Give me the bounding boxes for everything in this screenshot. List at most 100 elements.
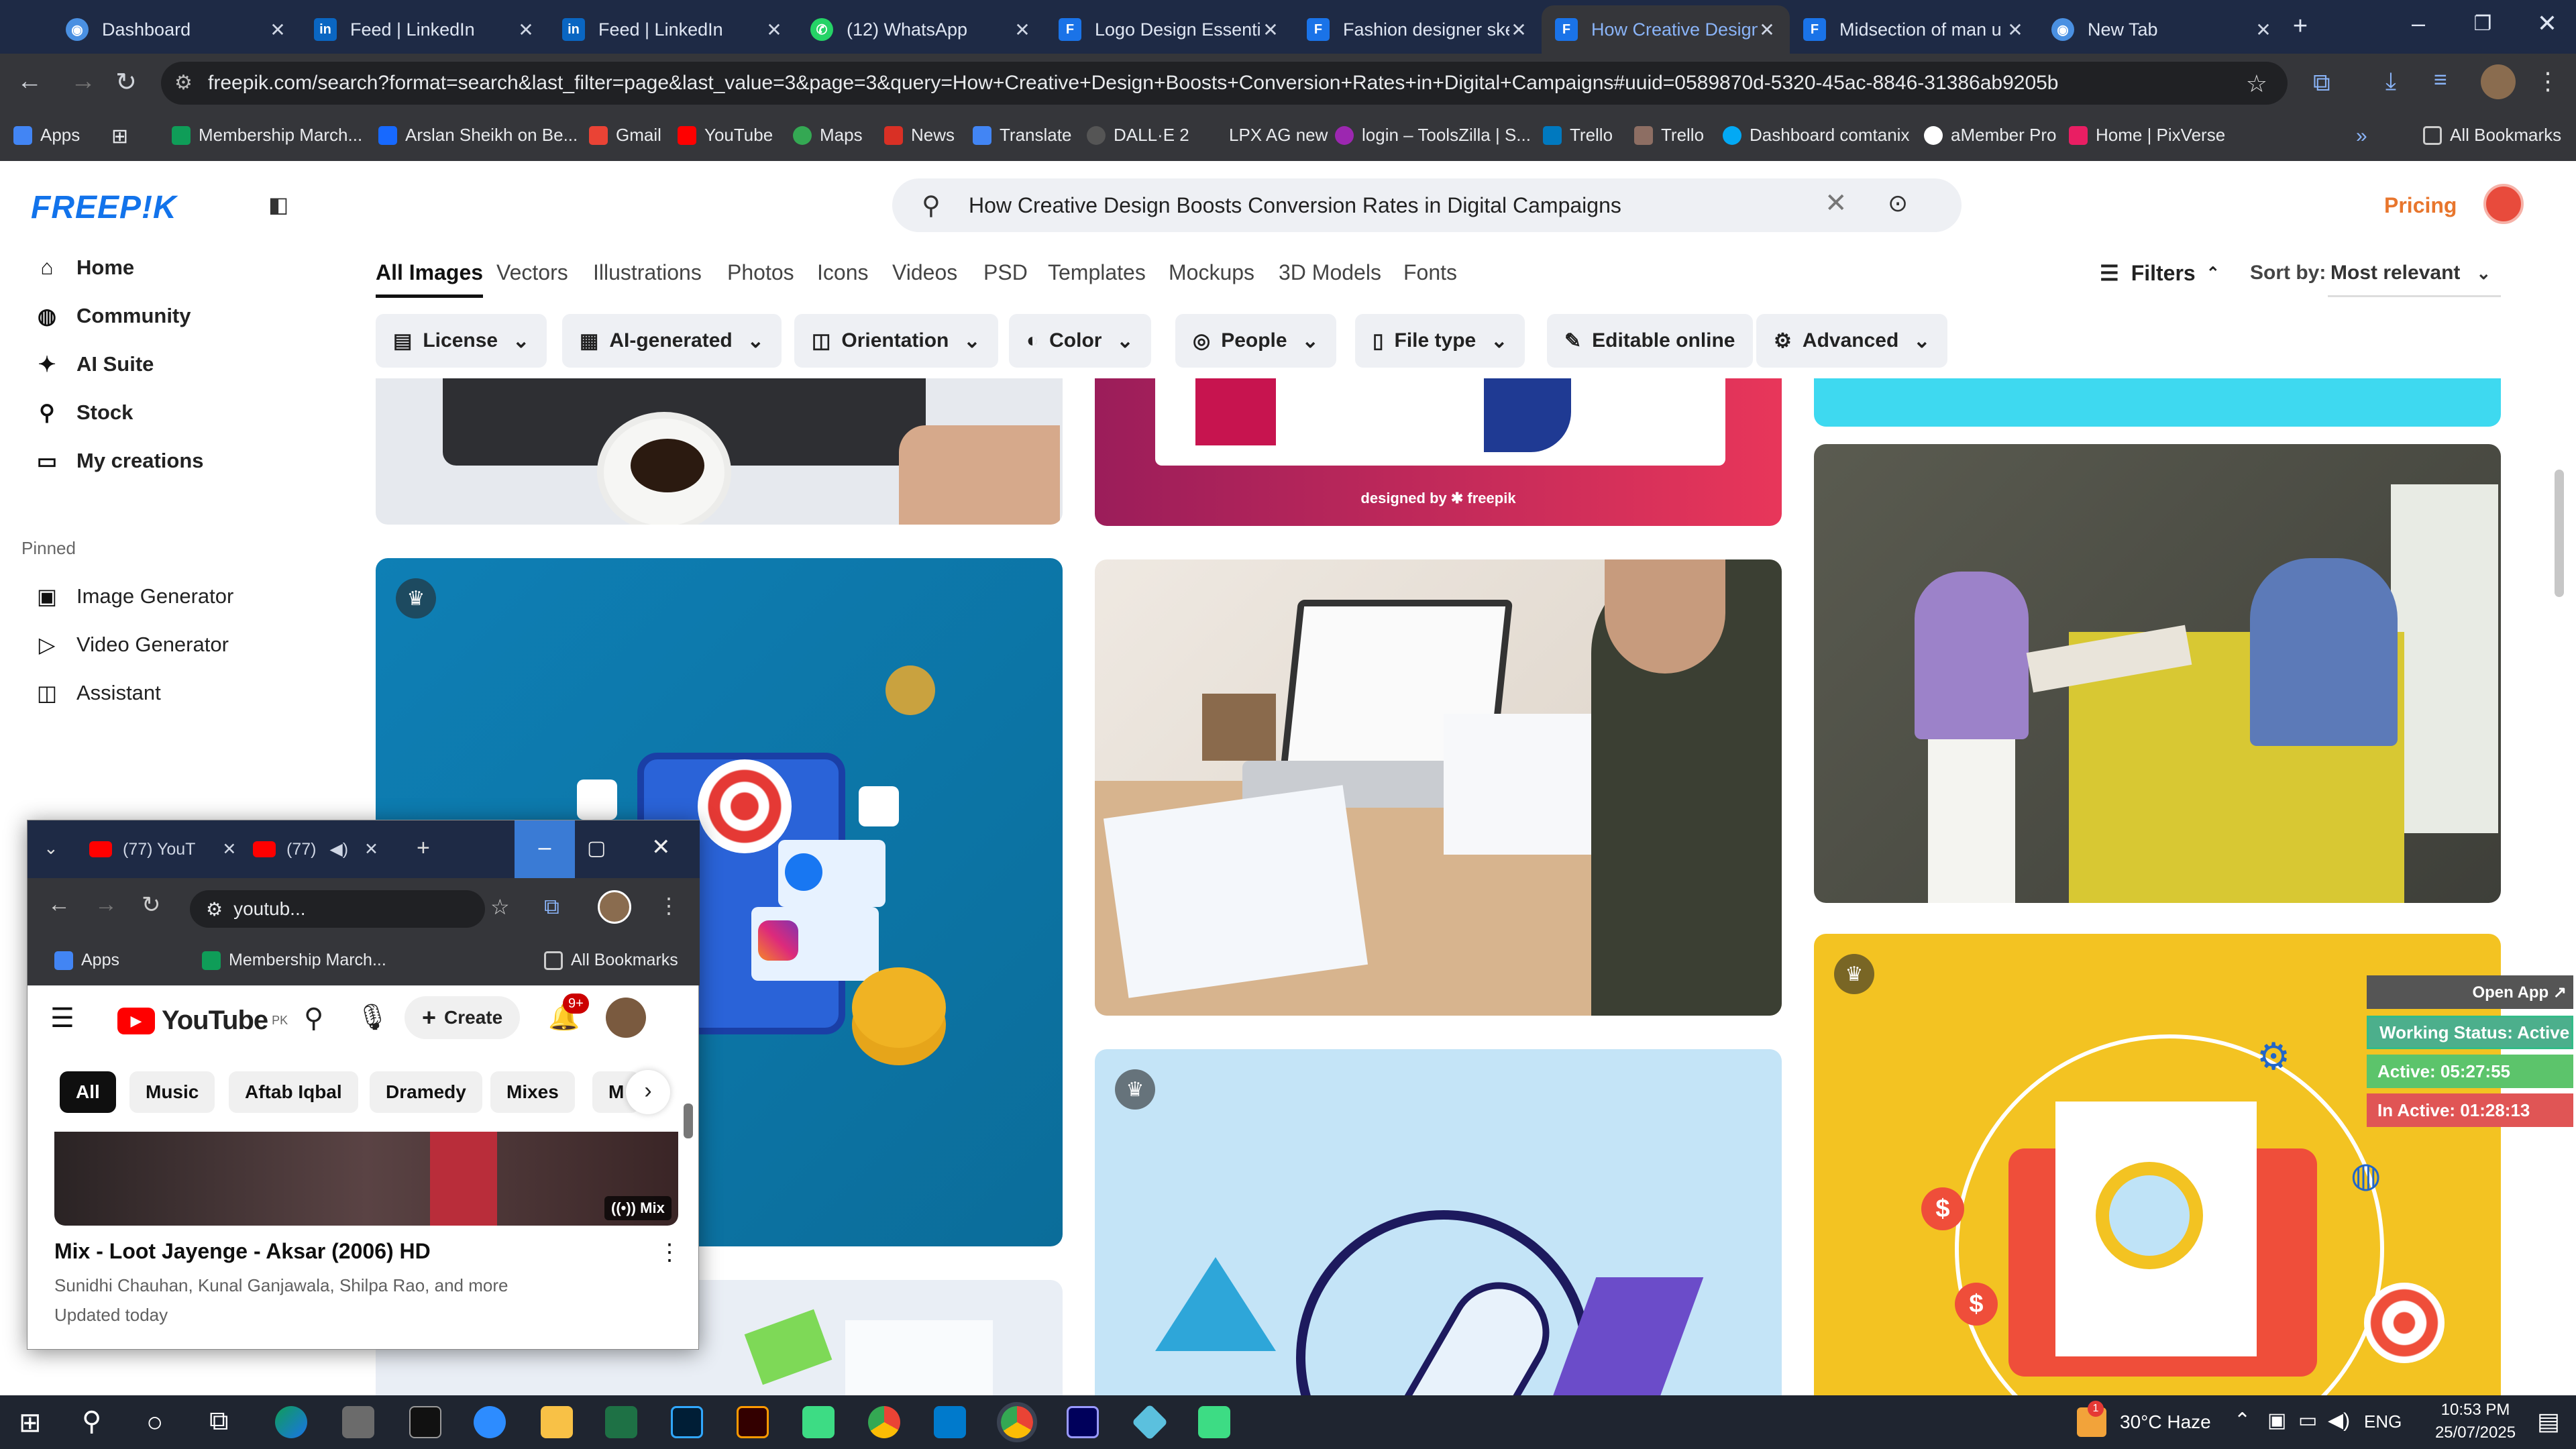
search-icon[interactable]: ⚲	[304, 1003, 323, 1034]
close-icon[interactable]: ✕	[517, 19, 535, 41]
bookmark-item[interactable]: News	[884, 125, 955, 146]
image-card-laptop-coffee[interactable]	[376, 378, 1063, 525]
bookmark-item[interactable]: Dashboard comtanix	[1723, 125, 1909, 146]
maximize-icon[interactable]: ▢	[587, 837, 606, 860]
close-icon[interactable]: ✕	[364, 839, 378, 859]
close-icon[interactable]: ✕	[1261, 19, 1280, 41]
close-icon[interactable]: ✕	[2254, 19, 2273, 41]
window-close-icon[interactable]: ✕	[2530, 9, 2564, 38]
close-icon[interactable]: ✕	[2006, 19, 2025, 41]
back-icon[interactable]: ←	[13, 67, 46, 96]
tab-photos[interactable]: Photos	[727, 260, 794, 285]
sidebar-item-community[interactable]: ◍ Community	[34, 303, 191, 329]
hamburger-menu-icon[interactable]: ☰	[50, 1003, 74, 1034]
browser-tab[interactable]: ◉ Dashboard ✕	[52, 5, 301, 54]
profile-avatar[interactable]	[598, 890, 631, 924]
sort-select[interactable]: Most relevant ⌄	[2330, 262, 2491, 284]
task-view-icon[interactable]: ⧉	[209, 1406, 229, 1436]
image-card-cyan[interactable]	[1814, 378, 2501, 427]
app-icon[interactable]	[1198, 1406, 1230, 1438]
weather-text[interactable]: 30°C Haze	[2120, 1411, 2211, 1433]
tab-videos[interactable]: Videos	[892, 260, 957, 285]
menu-dots-icon[interactable]: ⋮	[658, 893, 680, 918]
new-tab-plus-icon[interactable]: +	[417, 835, 430, 861]
edge-icon[interactable]	[275, 1406, 307, 1438]
back-icon[interactable]: ←	[48, 892, 70, 918]
bookmark-apps[interactable]: Apps	[54, 951, 119, 970]
bookmark-item[interactable]: LPX AG new	[1202, 125, 1328, 146]
site-info-icon[interactable]: ⚙	[174, 71, 193, 95]
yt-address-bar[interactable]: ⚙ youtub...	[190, 890, 485, 928]
close-icon[interactable]: ✕	[1509, 19, 1528, 41]
license-filter[interactable]: ▤ License ⌄	[376, 314, 547, 368]
tab-all-images[interactable]: All Images	[376, 260, 484, 298]
network-icon[interactable]: ▭	[2298, 1409, 2317, 1432]
image-card-rocket[interactable]: ♛	[1095, 1049, 1782, 1395]
menu-dots-icon[interactable]: ⋮	[2536, 67, 2560, 95]
collapse-sidebar-icon[interactable]: ◧	[268, 192, 288, 217]
tab-vectors[interactable]: Vectors	[496, 260, 568, 285]
new-tab-plus-icon[interactable]: +	[2284, 12, 2317, 43]
language-indicator[interactable]: ENG	[2364, 1411, 2402, 1432]
photoshop-icon[interactable]	[671, 1406, 703, 1438]
illustrator-icon[interactable]	[737, 1406, 769, 1438]
app-icon[interactable]	[802, 1406, 835, 1438]
page-scrollbar-thumb[interactable]	[2555, 470, 2564, 597]
reload-icon[interactable]: ↻	[110, 67, 142, 97]
excel-icon[interactable]	[605, 1406, 637, 1438]
cortana-icon[interactable]: ○	[146, 1406, 163, 1438]
camera-search-icon[interactable]: ⊙	[1888, 189, 1908, 217]
premiere-icon[interactable]	[1067, 1406, 1099, 1438]
pen-icon[interactable]	[342, 1406, 374, 1438]
tab-3d-models[interactable]: 3D Models	[1279, 260, 1381, 285]
chrome-icon[interactable]	[868, 1406, 900, 1438]
color-filter[interactable]: ◐ Color ⌄	[1009, 314, 1151, 368]
video-thumbnail[interactable]: ((•)) Mix	[54, 1132, 678, 1226]
microphone-icon[interactable]: 🎙	[356, 1003, 388, 1032]
minimize-icon[interactable]: –	[515, 820, 575, 878]
bookmark-item[interactable]: Gmail	[589, 125, 661, 146]
tray-app-icon[interactable]: ▣	[2267, 1409, 2286, 1432]
open-app-button[interactable]: Open App ↗	[2367, 975, 2573, 1009]
forward-icon[interactable]: →	[95, 892, 117, 918]
profile-avatar[interactable]	[2481, 64, 2516, 99]
user-avatar[interactable]	[2483, 184, 2524, 224]
yt-scrollbar-thumb[interactable]	[684, 1104, 693, 1138]
editable-online-filter[interactable]: ✎ Editable online	[1547, 314, 1753, 368]
file-explorer-icon[interactable]	[541, 1406, 573, 1438]
yt-chip-music[interactable]: Music	[129, 1071, 215, 1113]
filters-button[interactable]: ☰ Filters ⌃	[2100, 260, 2220, 286]
image-card-man-laptop[interactable]	[1095, 559, 1782, 1016]
tab-templates[interactable]: Templates	[1048, 260, 1146, 285]
volume-icon[interactable]: ◀)	[2328, 1409, 2350, 1432]
tab-search-chevron-icon[interactable]: ⌄	[44, 838, 58, 859]
browser-tab[interactable]: in Feed | LinkedIn ✕	[549, 5, 797, 54]
yt-chip-mixes[interactable]: Mixes	[490, 1071, 575, 1113]
clock-date[interactable]: 25/07/2025	[2422, 1424, 2529, 1442]
address-bar[interactable]: ⚙ freepik.com/search?format=search&last_…	[161, 62, 2288, 105]
bookmark-item[interactable]: Trello	[1634, 125, 1704, 146]
pricing-link[interactable]: Pricing	[2384, 193, 2457, 218]
browser-tab[interactable]: F Fashion designer ske ✕	[1293, 5, 1542, 54]
bookmark-item[interactable]: Maps	[793, 125, 863, 146]
grid-icon[interactable]: ⊞	[111, 125, 128, 148]
more-bookmarks-icon[interactable]: »	[2356, 125, 2367, 148]
create-button[interactable]: + Create	[405, 996, 521, 1039]
search-icon[interactable]: ⚲	[82, 1406, 101, 1437]
bookmark-item[interactable]: Translate	[973, 125, 1071, 146]
browser-tab[interactable]: F Midsection of man u ✕	[1790, 5, 2038, 54]
video-menu-dots-icon[interactable]: ⋮	[658, 1239, 681, 1266]
sidebar-item-ai-suite[interactable]: ✦ AI Suite	[34, 352, 154, 377]
bookmark-item[interactable]: DALL·E 2	[1087, 125, 1189, 146]
yt-tab[interactable]: (77) YouT ✕	[89, 839, 236, 859]
notification-center-icon[interactable]: ▤	[2537, 1407, 2560, 1436]
yt-chip-aftab-iqbal[interactable]: Aftab Iqbal	[229, 1071, 358, 1113]
forward-icon[interactable]: →	[67, 67, 99, 96]
extensions-icon[interactable]: ⧉	[2313, 68, 2330, 97]
bookmark-item[interactable]: Membership March...	[202, 951, 386, 970]
terminal-icon[interactable]	[409, 1406, 441, 1438]
window-close-icon[interactable]: ✕	[651, 834, 671, 861]
tab-fonts[interactable]: Fonts	[1403, 260, 1457, 285]
chrome-active-icon[interactable]	[997, 1402, 1037, 1442]
browser-tab-active[interactable]: F How Creative Design ✕	[1542, 5, 1790, 54]
